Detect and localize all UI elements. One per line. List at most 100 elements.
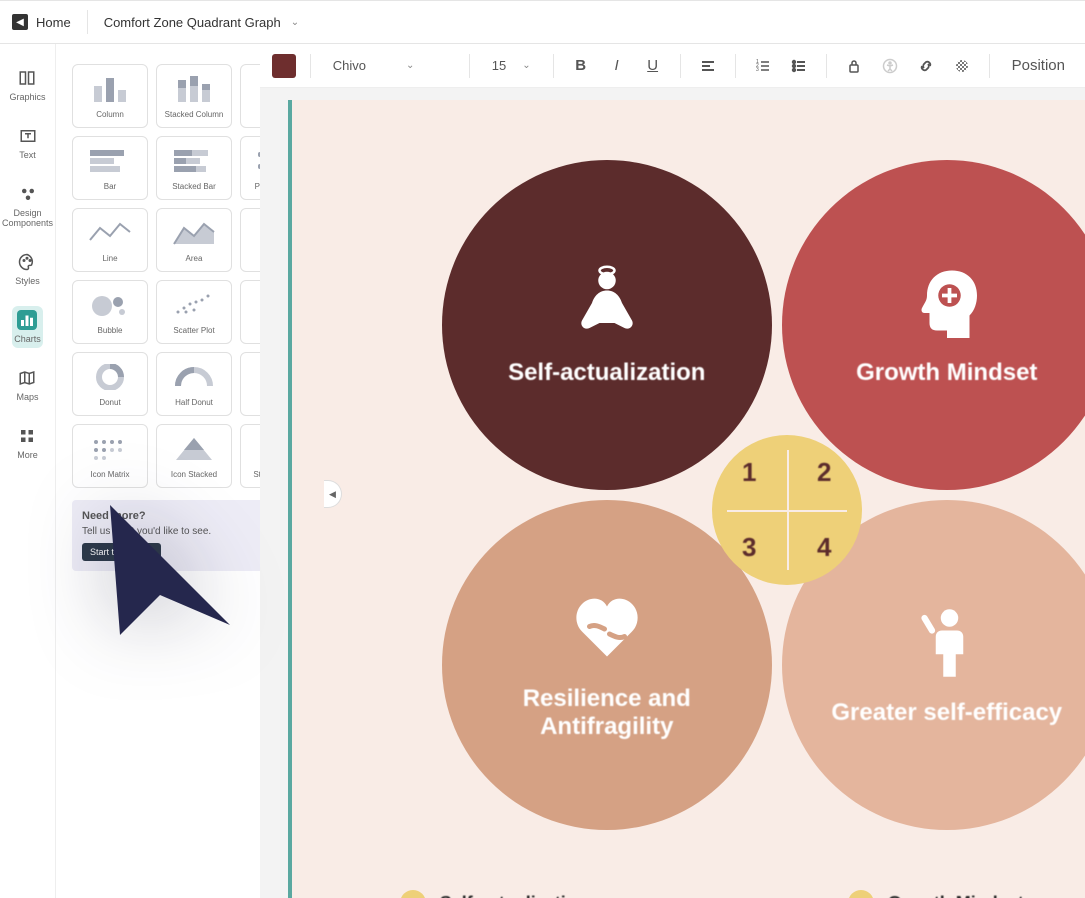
legend-badge: 1 — [400, 890, 426, 898]
separator — [87, 10, 88, 34]
separator — [310, 54, 311, 78]
font-size: 15 — [492, 58, 506, 73]
rail-graphics[interactable]: Graphics — [7, 64, 47, 106]
meditation-icon — [567, 263, 647, 343]
left-rail: Graphics Text Design Components Styles C… — [0, 44, 56, 898]
legend-item-1: 1 Self-actualization — [400, 890, 588, 898]
chart-type-progress-bar[interactable]: Progress Bar — [240, 136, 260, 200]
main-area: Graphics Text Design Components Styles C… — [0, 44, 1085, 898]
chevron-down-icon: ⌄ — [291, 17, 299, 28]
legend-badge: 2 — [848, 890, 874, 898]
donut-chart-icon — [86, 362, 134, 392]
center-num-1: 1 — [712, 435, 787, 510]
chart-type-stacked-venn[interactable]: Stacked Venn — [240, 424, 260, 488]
legend: 1 Self-actualization 2 Growth Mindset — [400, 890, 1024, 898]
separator — [680, 54, 681, 78]
rail-design-components[interactable]: Design Components — [0, 180, 55, 232]
top-bar: ◀ Home Comfort Zone Quadrant Graph ⌄ — [0, 0, 1085, 44]
start-survey-button[interactable]: Start the survey — [82, 543, 161, 561]
heart-hands-icon — [567, 589, 647, 669]
head-plus-icon — [907, 263, 987, 343]
accessibility-button[interactable] — [877, 53, 903, 79]
charts-icon — [17, 310, 37, 330]
rail-styles[interactable]: Styles — [13, 248, 42, 290]
chart-type-half-donut[interactable]: Half Donut — [156, 352, 232, 416]
transparency-button[interactable] — [949, 53, 975, 79]
document-title-dropdown[interactable]: Comfort Zone Quadrant Graph ⌄ — [104, 15, 299, 30]
chart-type-column[interactable]: Column — [72, 64, 148, 128]
separator — [826, 54, 827, 78]
page[interactable]: Self-actualization Growth Mindset Resili… — [288, 100, 1085, 898]
chart-type-bar[interactable]: Bar — [72, 136, 148, 200]
rail-text[interactable]: Text — [16, 122, 40, 164]
ordered-list-button[interactable]: 123 — [750, 53, 776, 79]
chart-type-icon-stacked[interactable]: Icon Stacked — [156, 424, 232, 488]
icon-stacked-icon — [170, 434, 218, 464]
column-chart-icon — [86, 74, 134, 104]
rail-maps[interactable]: Maps — [14, 364, 40, 406]
align-button[interactable] — [695, 53, 721, 79]
chart-type-triangle[interactable]: Triangle — [240, 64, 260, 128]
center-num-4: 4 — [787, 510, 862, 585]
palette-icon — [17, 252, 37, 272]
italic-button[interactable]: I — [604, 53, 630, 79]
chart-type-scatter-plot[interactable]: Scatter Plot — [156, 280, 232, 344]
chart-type-donut[interactable]: Donut — [72, 352, 148, 416]
icon-matrix-icon — [86, 434, 134, 464]
need-more-body: Tell us what you'd like to see. — [82, 526, 260, 537]
stacked-column-icon — [170, 74, 218, 104]
chart-type-radial-bar[interactable]: Radial Bar — [240, 352, 260, 416]
back-arrow-icon: ◀ — [12, 14, 28, 30]
area-chart-icon — [170, 218, 218, 248]
text-icon — [18, 126, 38, 146]
underline-button[interactable]: U — [640, 53, 666, 79]
font-size-select[interactable]: 15 ⌄ — [484, 58, 539, 73]
quadrant-center: 1 2 3 4 — [712, 435, 862, 585]
chart-type-dot[interactable]: Dot — [240, 208, 260, 272]
chart-type-pie[interactable]: Pie — [240, 280, 260, 344]
chart-type-line[interactable]: Line — [72, 208, 148, 272]
map-icon — [17, 368, 37, 388]
line-chart-icon — [86, 218, 134, 248]
lock-button[interactable] — [841, 53, 867, 79]
chart-type-stacked-bar[interactable]: Stacked Bar — [156, 136, 232, 200]
chart-type-area[interactable]: Area — [156, 208, 232, 272]
font-name: Chivo — [333, 58, 366, 73]
need-more-box: Need more? Tell us what you'd like to se… — [72, 500, 260, 571]
chart-type-bubble[interactable]: Bubble — [72, 280, 148, 344]
text-toolbar: Chivo ⌄ 15 ⌄ B I U 123 Position — [260, 44, 1085, 88]
home-label: Home — [36, 15, 71, 30]
separator — [989, 54, 990, 78]
components-icon — [18, 184, 38, 204]
font-family-select[interactable]: Chivo ⌄ — [325, 58, 455, 73]
bubble-chart-icon — [86, 290, 134, 320]
chart-type-icon-matrix[interactable]: Icon Matrix — [72, 424, 148, 488]
separator — [735, 54, 736, 78]
chart-grid: Column Stacked Column Triangle Bar Stack… — [72, 64, 252, 488]
more-icon — [17, 426, 37, 446]
chevron-down-icon: ⌄ — [522, 60, 530, 71]
rail-more[interactable]: More — [15, 422, 40, 464]
color-swatch[interactable] — [272, 54, 296, 78]
rail-charts[interactable]: Charts — [12, 306, 43, 348]
unordered-list-button[interactable] — [786, 53, 812, 79]
canvas-area: Chivo ⌄ 15 ⌄ B I U 123 Position — [260, 44, 1085, 898]
separator — [469, 54, 470, 78]
separator — [553, 54, 554, 78]
svg-text:3: 3 — [756, 67, 759, 73]
center-num-3: 3 — [712, 510, 787, 585]
stacked-bar-icon — [170, 146, 218, 176]
legend-item-2: 2 Growth Mindset — [848, 890, 1024, 898]
position-button[interactable]: Position — [1004, 53, 1073, 79]
bold-button[interactable]: B — [568, 53, 594, 79]
quadrant-graphic[interactable]: Self-actualization Growth Mindset Resili… — [442, 160, 1085, 860]
center-num-2: 2 — [787, 435, 862, 510]
canvas[interactable]: Self-actualization Growth Mindset Resili… — [260, 88, 1085, 898]
bar-chart-icon — [86, 146, 134, 176]
chart-types-panel: Column Stacked Column Triangle Bar Stack… — [56, 44, 260, 898]
document-title: Comfort Zone Quadrant Graph — [104, 15, 281, 30]
person-raise-icon — [907, 603, 987, 683]
chart-type-stacked-column[interactable]: Stacked Column — [156, 64, 232, 128]
home-button[interactable]: ◀ Home — [12, 14, 71, 30]
link-button[interactable] — [913, 53, 939, 79]
